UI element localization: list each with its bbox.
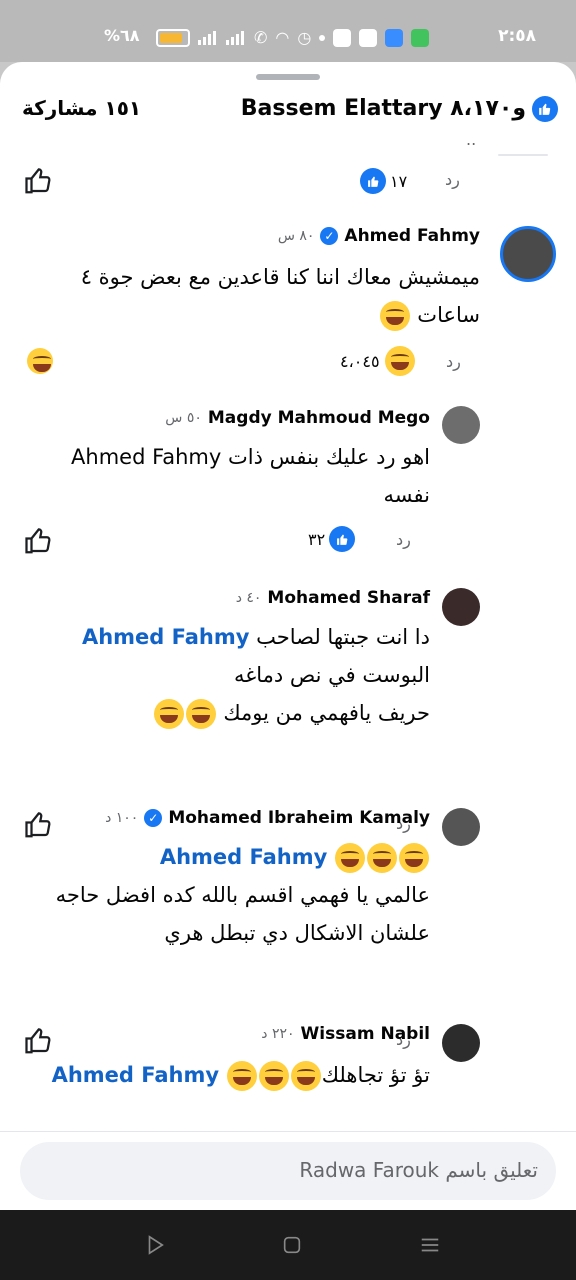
comment-body: البوست في نص دماغه حريف يافهمي من يومك: [223, 663, 430, 725]
commenter-name[interactable]: Wissam Nabil: [301, 1024, 430, 1044]
wifi-icon: ◠: [275, 28, 290, 47]
comment-meta: Mohamed Ibraheim Kamaly ✓ ١٠٠ د: [105, 808, 430, 828]
reactors-summary[interactable]: Bassem Elattary و٨،١٧٠: [241, 96, 526, 121]
commenter-name[interactable]: Mohamed Sharaf: [267, 588, 430, 608]
reaction-count-value: ٤،٠٤٥: [340, 351, 380, 371]
reaction-count[interactable]: ٤،٠٤٥: [340, 346, 416, 376]
thumbs-up-icon[interactable]: [24, 810, 54, 840]
mention-link[interactable]: Ahmed Fahmy: [52, 1063, 219, 1087]
status-bar: %٦٨ ✆ ◠ ◷ ٢:٥٨: [0, 0, 576, 62]
reply-button[interactable]: رد: [445, 170, 460, 189]
comment-text: دا انت جبتها لصاحب Ahmed Fahmy البوست في …: [10, 618, 430, 732]
app-icon-green: [411, 28, 430, 47]
status-icons: ✆ ◠ ◷: [156, 28, 430, 47]
battery-icon: [156, 28, 190, 47]
comment-time: ٥٠ س: [165, 410, 202, 426]
laughing-emoji-icon: [153, 699, 184, 729]
battery-percent: %٦٨: [104, 26, 140, 45]
like-reaction-icon: [360, 168, 386, 194]
mention-link[interactable]: Ahmed Fahmy: [82, 625, 249, 649]
comment-input[interactable]: تعليق باسم Radwa Farouk: [20, 1142, 556, 1200]
laughing-emoji-icon: [335, 843, 365, 873]
comment-text-prefix: دا انت جبتها لصاحب: [256, 625, 430, 649]
haha-reaction-icon: [384, 346, 415, 376]
comment-time: ٨٠ س: [277, 228, 315, 244]
previous-comment-edge: [498, 154, 548, 156]
mention-link[interactable]: Ahmed Fahmy: [160, 845, 327, 869]
comment-body: عالمي يا فهمي اقسم بالله كده افضل حاجه ع…: [55, 883, 430, 945]
avatar[interactable]: [442, 808, 480, 846]
reaction-count-value: ٣٢: [308, 529, 326, 549]
comment-meta: Mohamed Sharaf ٤٠ د: [236, 588, 430, 608]
reply-button[interactable]: رد: [396, 530, 411, 549]
alarm-icon: ◷: [297, 28, 312, 47]
comment-time: ١٠٠ د: [105, 810, 139, 826]
comment-meta: Ahmed Fahmy ✓ ٨٠ س: [278, 226, 480, 246]
app-icon: [385, 28, 404, 47]
laughing-emoji-icon: [399, 843, 429, 873]
comment-body: ميمشيش معاك اننا كنا قاعدين مع بعض جوة ٤…: [80, 265, 480, 327]
home-icon[interactable]: [281, 1234, 303, 1256]
avatar[interactable]: [442, 588, 480, 626]
laughing-emoji-icon: [379, 301, 410, 331]
system-nav-bar: [0, 1210, 576, 1280]
comment-action-row: ١٧ رد: [0, 162, 576, 202]
verified-icon: ✓: [320, 227, 339, 245]
rolling-laughing-emoji-icon: [258, 1061, 289, 1091]
notification-dot-icon: [319, 34, 326, 41]
signal-icon: [198, 30, 218, 45]
verified-icon: ✓: [144, 809, 163, 827]
comment-meta: Magdy Mahmoud Mego ٥٠ س: [165, 408, 430, 428]
thumbs-up-icon[interactable]: [24, 526, 54, 556]
comment-meta: Wissam Nabil ٢٢٠ د: [261, 1024, 430, 1044]
thumbs-up-icon[interactable]: [24, 166, 54, 196]
clock: ٢:٥٨: [498, 26, 536, 46]
commenter-name[interactable]: Ahmed Fahmy: [344, 226, 480, 246]
avatar[interactable]: [442, 1024, 480, 1062]
menu-icon[interactable]: [419, 1234, 441, 1256]
comment-text: تؤ تؤ تجاهلك Ahmed Fahmy: [10, 1056, 430, 1094]
comment-action-row: ٤،٠٤٥ رد: [0, 344, 576, 384]
comment-text: اهو رد عليك بنفس ذات Ahmed Fahmy نفسه: [71, 445, 430, 507]
commenter-name[interactable]: Magdy Mahmoud Mego: [208, 408, 430, 428]
laughing-emoji-icon: [185, 699, 216, 729]
drag-handle[interactable]: [256, 74, 320, 80]
avatar[interactable]: [442, 406, 480, 444]
previous-comment-fragment: ..: [466, 130, 477, 149]
comment-composer: تعليق باسم Radwa Farouk: [0, 1131, 576, 1211]
comment-body: تؤ تؤ تجاهلك: [321, 1063, 430, 1087]
commenter-name[interactable]: Mohamed Ibraheim Kamaly: [168, 808, 430, 828]
reply-button[interactable]: رد: [446, 352, 461, 371]
reaction-count-value: ١٧: [390, 171, 408, 191]
signal-icon-2: [226, 30, 246, 45]
haha-react-icon[interactable]: [27, 348, 53, 374]
comment-time: ٤٠ د: [235, 590, 262, 606]
like-reaction-icon: [329, 526, 356, 552]
rolling-laughing-emoji-icon: [226, 1061, 257, 1091]
comment-text: ميمشيش معاك اننا كنا قاعدين مع بعض جوة ٤…: [10, 258, 480, 334]
avatar[interactable]: [500, 226, 556, 282]
comment-input-placeholder: تعليق باسم Radwa Farouk: [299, 1158, 538, 1182]
comment-time: ٢٢٠ د: [261, 1026, 295, 1042]
reaction-count[interactable]: ١٧: [360, 168, 407, 194]
sheet-header: Bassem Elattary و٨،١٧٠ ١٥١ مشاركة: [0, 88, 576, 132]
rolling-laughing-emoji-icon: [290, 1061, 321, 1091]
thumbs-up-icon[interactable]: [24, 1026, 54, 1056]
comment-text: Ahmed Fahmy عالمي يا فهمي اقسم بالله كده…: [10, 838, 430, 952]
like-reaction-icon: [532, 96, 558, 122]
comment-action-row: ٣٢ رد: [0, 522, 576, 562]
back-icon[interactable]: [144, 1234, 166, 1256]
reaction-count[interactable]: ٣٢: [308, 526, 356, 552]
laughing-emoji-icon: [367, 843, 397, 873]
instagram-icon: [359, 28, 378, 47]
youtube-icon: [333, 28, 352, 47]
wifi-call-icon: ✆: [254, 28, 268, 47]
shares-count[interactable]: ١٥١ مشاركة: [22, 96, 141, 120]
comments-sheet: Bassem Elattary و٨،١٧٠ ١٥١ مشاركة .. ١٧ …: [0, 62, 576, 1210]
